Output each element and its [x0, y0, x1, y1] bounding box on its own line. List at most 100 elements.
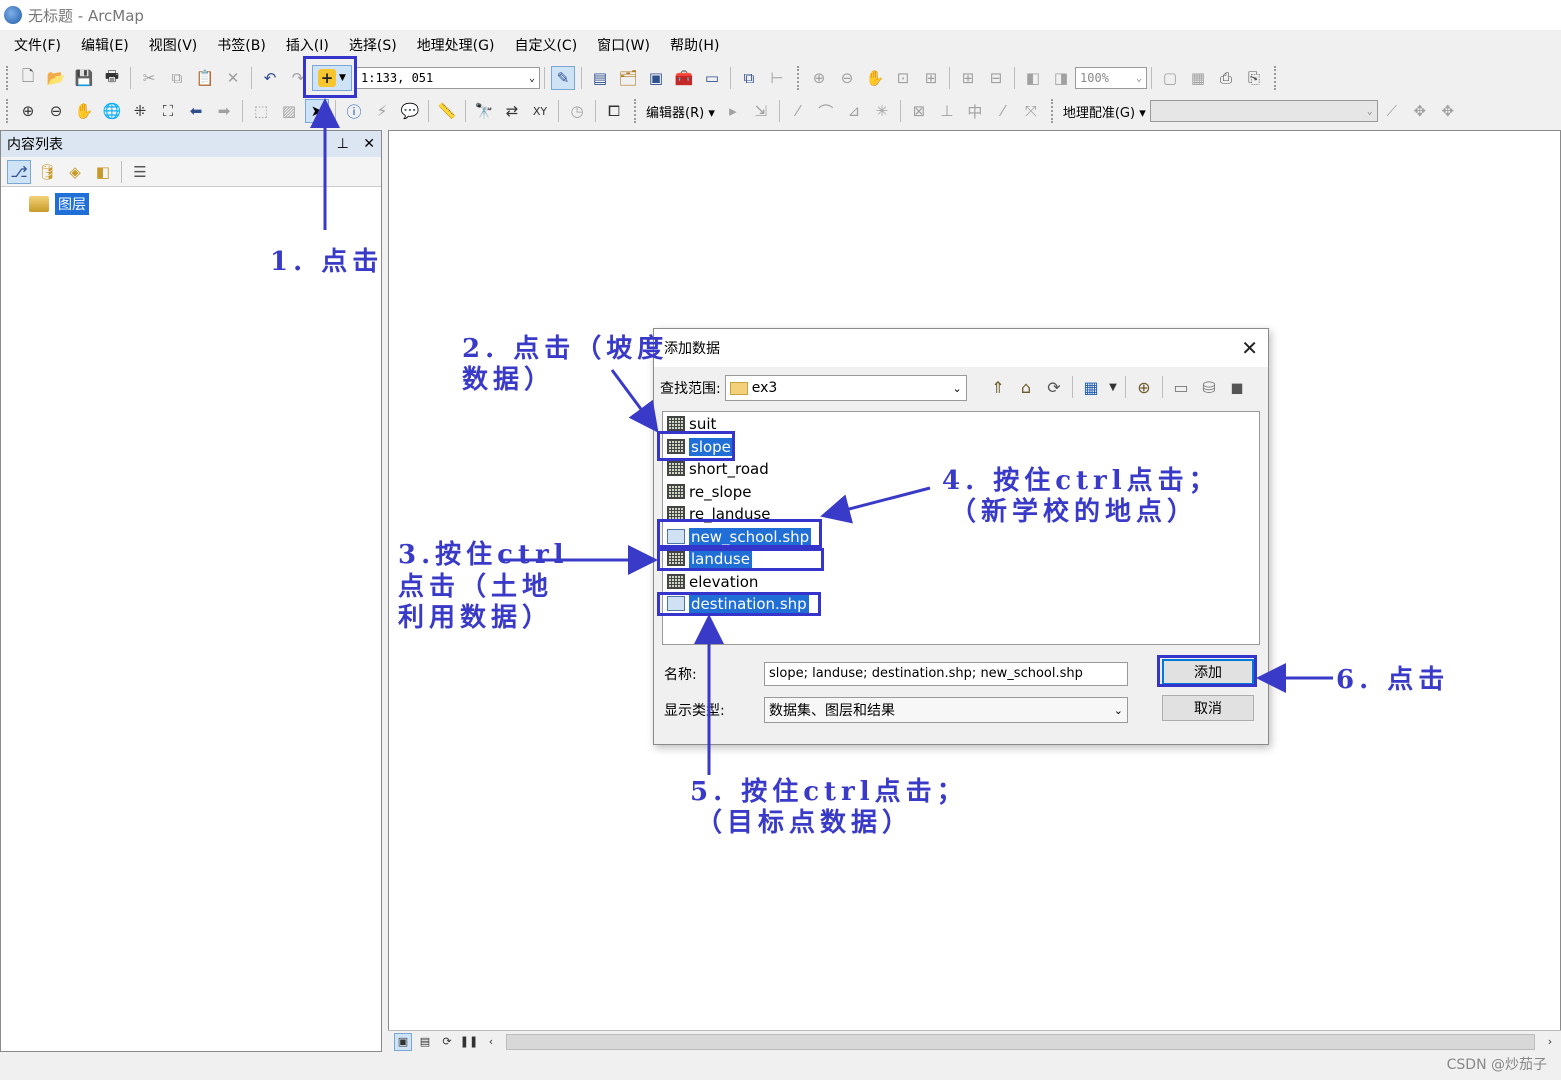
horizontal-scrollbar[interactable]: [506, 1033, 1535, 1050]
change-layout-icon[interactable]: ⎙: [1214, 66, 1238, 90]
list-by-visibility-icon[interactable]: ◈: [63, 160, 87, 184]
menu-edit[interactable]: 编辑(E): [81, 35, 129, 55]
list-by-drawing-order-icon[interactable]: ⎇: [7, 159, 31, 184]
menu-selection[interactable]: 选择(S): [349, 35, 397, 55]
copy-icon[interactable]: ⧉: [165, 66, 189, 90]
zoom-in-page-icon[interactable]: ⊕: [807, 66, 831, 90]
redo-icon[interactable]: ↷: [286, 66, 310, 90]
refresh-icon[interactable]: ⟳: [1042, 375, 1066, 399]
print-icon[interactable]: 🖶: [100, 66, 124, 90]
editor-toolbar-icon[interactable]: ✎: [551, 66, 575, 90]
add-data-button[interactable]: + ▼: [312, 65, 352, 91]
pan-icon[interactable]: ✋: [72, 99, 96, 123]
close-icon[interactable]: ✕: [1241, 336, 1258, 360]
fixed-zoom-out-page-icon[interactable]: ⊟: [984, 66, 1008, 90]
hyperlink-icon[interactable]: ⚡: [370, 99, 394, 123]
identify-icon[interactable]: ⓘ: [342, 99, 366, 123]
delete-icon[interactable]: ✕: [221, 66, 245, 90]
zoom-out-icon[interactable]: ⊖: [44, 99, 68, 123]
split-icon[interactable]: ⁄: [991, 99, 1015, 123]
edit-tool-icon[interactable]: ▸: [721, 99, 745, 123]
menu-customize[interactable]: 自定义(C): [514, 35, 577, 55]
search-window-icon[interactable]: ▣: [644, 66, 668, 90]
file-item-re-landuse[interactable]: re_landuse: [667, 503, 771, 524]
file-item-destination[interactable]: destination.shp: [667, 593, 809, 614]
toggle-draft-mode-icon[interactable]: ▢: [1158, 66, 1182, 90]
new-document-icon[interactable]: 🗋: [16, 66, 40, 90]
file-item-landuse[interactable]: landuse: [667, 548, 752, 569]
refresh-icon[interactable]: ⟳: [438, 1033, 456, 1051]
menu-windows[interactable]: 窗口(W): [597, 35, 650, 55]
edit-annotation-icon[interactable]: ⇲: [749, 99, 773, 123]
rotate-icon[interactable]: ⤧: [1019, 99, 1043, 123]
go-to-xy-icon[interactable]: XY: [528, 99, 552, 123]
list-by-source-icon[interactable]: 🛢: [35, 160, 59, 184]
scroll-right-icon[interactable]: ›: [1541, 1033, 1559, 1051]
close-icon[interactable]: ✕: [363, 136, 375, 152]
save-icon[interactable]: 💾: [72, 66, 96, 90]
cut-polygons-icon[interactable]: 中: [963, 99, 987, 123]
find-route-icon[interactable]: ⇄: [500, 99, 524, 123]
look-in-combo[interactable]: ex3 ⌄: [724, 375, 967, 401]
html-popup-icon[interactable]: 💬: [398, 99, 422, 123]
shift-georef-icon[interactable]: ✥: [1436, 99, 1460, 123]
editor-menu[interactable]: 编辑器(R) ▾: [646, 102, 715, 121]
measure-icon[interactable]: 📏: [435, 99, 459, 123]
full-extent-icon[interactable]: 🌐: [100, 99, 124, 123]
file-item-re-slope[interactable]: re_slope: [667, 481, 751, 502]
menu-insert[interactable]: 插入(I): [286, 35, 329, 55]
pan-page-icon[interactable]: ✋: [863, 66, 887, 90]
trace-icon[interactable]: ⊿: [842, 99, 866, 123]
add-button[interactable]: 添加: [1162, 659, 1254, 685]
menu-view[interactable]: 视图(V): [149, 35, 198, 55]
toolbar-grip[interactable]: [797, 66, 801, 90]
open-folder-icon[interactable]: 📂: [44, 66, 68, 90]
pin-icon[interactable]: ⊥: [337, 136, 349, 152]
data-frame-layers[interactable]: 图层: [55, 193, 89, 215]
toolbar-grip[interactable]: [634, 99, 638, 123]
menu-file[interactable]: 文件(F): [14, 35, 61, 55]
rotate-georef-icon[interactable]: ✥: [1408, 99, 1432, 123]
layout-zoom-combo[interactable]: 100% ⌄: [1075, 67, 1147, 89]
go-back-icon[interactable]: ⬅: [184, 99, 208, 123]
georeferencing-menu[interactable]: 地理配准(G) ▾: [1063, 102, 1146, 121]
forward-extent-page-icon[interactable]: ◨: [1049, 66, 1073, 90]
modelbuilder-icon[interactable]: ⧉: [737, 66, 761, 90]
back-extent-page-icon[interactable]: ◧: [1021, 66, 1045, 90]
paste-icon[interactable]: 📋: [193, 66, 217, 90]
data-driven-pages-icon[interactable]: ⎘: [1242, 66, 1266, 90]
fixed-zoom-in-icon[interactable]: ⁜: [128, 99, 152, 123]
view-list-icon[interactable]: ▦: [1079, 375, 1103, 399]
model-arrow-icon[interactable]: ⊢: [765, 66, 789, 90]
up-one-level-icon[interactable]: ⇑: [986, 375, 1010, 399]
python-window-icon[interactable]: ▭: [700, 66, 724, 90]
data-view-icon[interactable]: ▣: [394, 1032, 412, 1051]
zoom-whole-page-icon[interactable]: ⊡: [891, 66, 915, 90]
new-geodatabase-icon[interactable]: ⛁: [1197, 375, 1221, 399]
zoom-out-page-icon[interactable]: ⊖: [835, 66, 859, 90]
find-icon[interactable]: 🔭: [472, 99, 496, 123]
chevron-down-icon[interactable]: ▼: [1107, 375, 1119, 399]
file-item-suit[interactable]: suit: [667, 413, 716, 434]
cancel-button[interactable]: 取消: [1162, 695, 1254, 721]
menu-bookmarks[interactable]: 书签(B): [217, 35, 266, 55]
map-scale-combo[interactable]: 1:133, 051 ⌄: [356, 67, 540, 89]
connect-to-folder-icon[interactable]: ⊕: [1132, 375, 1156, 399]
straight-segment-icon[interactable]: ⁄: [786, 99, 810, 123]
file-item-short-road[interactable]: short_road: [667, 458, 769, 479]
show-type-combo[interactable]: 数据集、图层和结果 ⌄: [764, 697, 1128, 723]
catalog-window-icon[interactable]: 🗂: [616, 66, 640, 90]
undo-icon[interactable]: ↶: [258, 66, 282, 90]
focus-data-frame-icon[interactable]: ▦: [1186, 66, 1210, 90]
zoom-in-icon[interactable]: ⊕: [16, 99, 40, 123]
select-features-icon[interactable]: ⬚: [249, 99, 273, 123]
time-slider-icon[interactable]: ◷: [565, 99, 589, 123]
new-toolbox-icon[interactable]: ◼: [1225, 375, 1249, 399]
select-elements-icon[interactable]: ➤: [305, 99, 329, 123]
georeferencing-layer-combo[interactable]: ⌄: [1149, 100, 1378, 122]
scroll-left-icon[interactable]: ‹: [482, 1033, 500, 1051]
fixed-zoom-in-page-icon[interactable]: ⊞: [956, 66, 980, 90]
toc-window-icon[interactable]: ▤: [588, 66, 612, 90]
layout-view-icon[interactable]: ▤: [416, 1033, 434, 1051]
toolbar-grip[interactable]: [6, 99, 10, 123]
